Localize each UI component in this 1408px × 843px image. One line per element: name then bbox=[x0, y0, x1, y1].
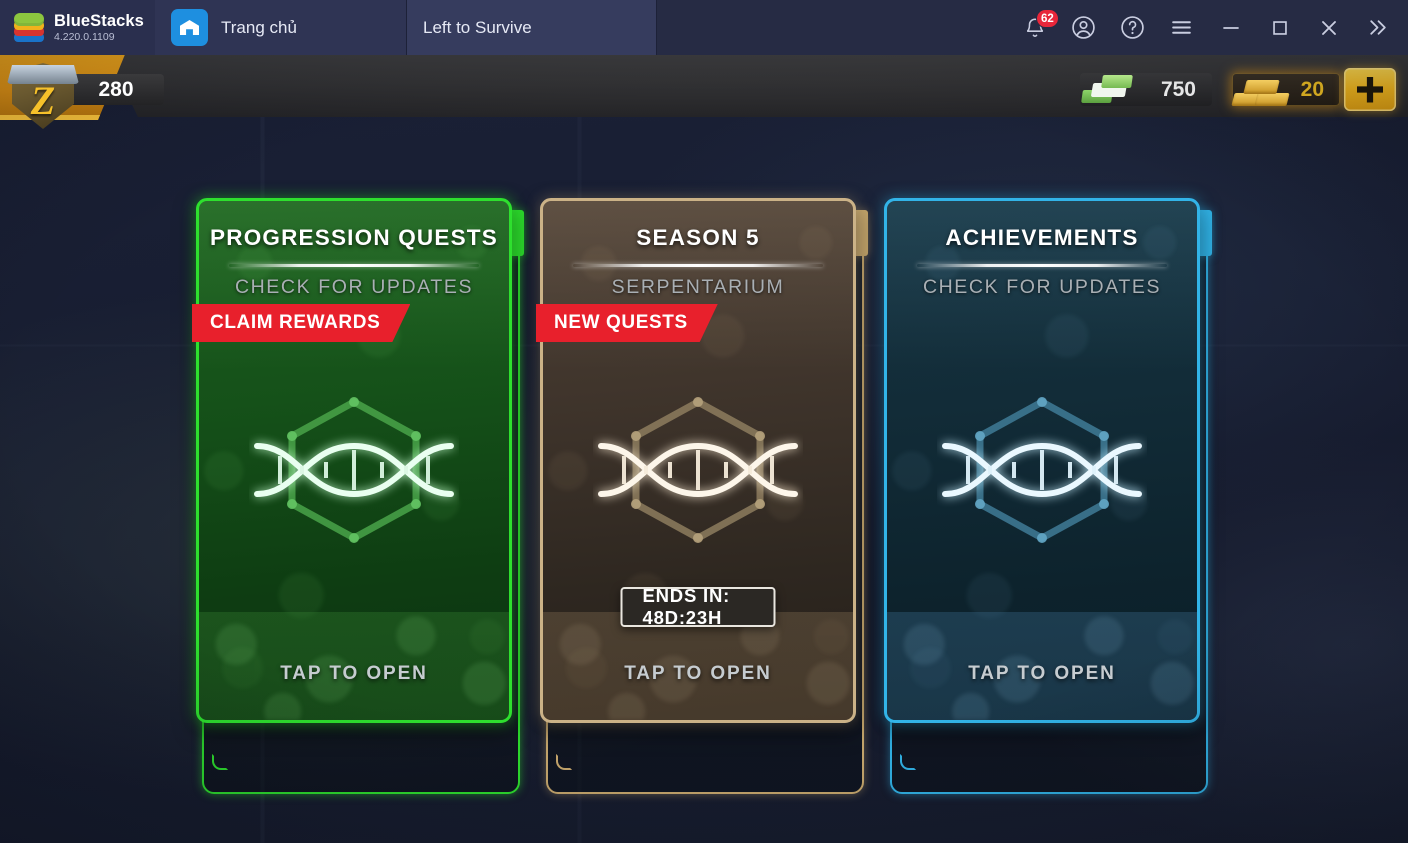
tab-home[interactable]: Trang chủ bbox=[155, 0, 407, 55]
tab-game-label: Left to Survive bbox=[423, 17, 532, 37]
title-separator bbox=[917, 264, 1167, 267]
card-progression-quests[interactable]: PROGRESSION QUESTS CHECK FOR UPDATES TAP… bbox=[196, 198, 524, 794]
title-separator bbox=[573, 264, 823, 267]
card-subtitle: CHECK FOR UPDATES bbox=[922, 276, 1162, 298]
card-body[interactable]: SEASON 5 SERPENTARIUM ENDS IN: 48D:23H T… bbox=[540, 198, 856, 723]
card-title: SEASON 5 bbox=[636, 225, 760, 250]
bluestacks-logo-icon bbox=[13, 12, 45, 43]
titlebar: BlueStacks 4.220.0.1109 Trang chủ Left t… bbox=[0, 0, 1408, 843]
card-footer-label: TAP TO OPEN bbox=[280, 663, 428, 684]
titlebar-spacer bbox=[657, 0, 1010, 55]
titlebar-actions: 62 bbox=[1010, 0, 1408, 55]
card-body[interactable]: PROGRESSION QUESTS CHECK FOR UPDATES TAP… bbox=[196, 198, 512, 723]
home-icon bbox=[171, 9, 208, 46]
card-subtitle: CHECK FOR UPDATES bbox=[234, 276, 474, 298]
card-footer-label: TAP TO OPEN bbox=[624, 663, 772, 684]
card-timer: ENDS IN: 48D:23H bbox=[620, 585, 776, 628]
dna-helix-icon bbox=[598, 397, 798, 543]
notifications-button[interactable]: 62 bbox=[1010, 0, 1059, 55]
title-separator bbox=[229, 264, 479, 267]
card-season-5[interactable]: SEASON 5 SERPENTARIUM ENDS IN: 48D:23H T… bbox=[540, 198, 868, 794]
minimize-button[interactable] bbox=[1206, 0, 1255, 55]
player-level-value: 280 bbox=[68, 74, 164, 105]
card-title: ACHIEVEMENTS bbox=[945, 225, 1139, 250]
quest-cards-container: PROGRESSION QUESTS CHECK FOR UPDATES TAP… bbox=[0, 55, 1408, 843]
card-achievements[interactable]: ACHIEVEMENTS CHECK FOR UPDATES TAP TO OP… bbox=[884, 198, 1212, 794]
notification-badge: 62 bbox=[1036, 9, 1059, 28]
bluestacks-brand: BlueStacks 4.220.0.1109 bbox=[0, 0, 155, 55]
cash-stack-icon bbox=[1080, 68, 1142, 112]
card-subtitle: SERPENTARIUM bbox=[611, 276, 785, 298]
close-button[interactable] bbox=[1304, 0, 1353, 55]
expand-button[interactable] bbox=[1353, 0, 1402, 55]
menu-button[interactable] bbox=[1157, 0, 1206, 55]
card-footer-label: TAP TO OPEN bbox=[968, 663, 1116, 684]
tab-left-to-survive[interactable]: Left to Survive bbox=[407, 0, 1408, 843]
card-ribbon[interactable]: CLAIM REWARDS bbox=[192, 304, 410, 342]
card-ribbon[interactable]: NEW QUESTS bbox=[536, 304, 718, 342]
tab-home-label: Trang chủ bbox=[221, 17, 297, 37]
game-viewport: Z 280 750 20 PROGRESSION QUESTS CHECK FO… bbox=[0, 55, 1408, 843]
brand-name: BlueStacks bbox=[54, 11, 144, 30]
card-title: PROGRESSION QUESTS bbox=[210, 225, 498, 250]
account-button[interactable] bbox=[1059, 0, 1108, 55]
bluestacks-window: BlueStacks 4.220.0.1109 Trang chủ Left t… bbox=[0, 0, 1408, 843]
dna-helix-icon bbox=[942, 397, 1142, 543]
app-version: 4.220.0.1109 bbox=[54, 31, 115, 43]
z-shield-icon: Z bbox=[7, 63, 79, 129]
gold-bars-icon bbox=[1231, 68, 1294, 112]
maximize-button[interactable] bbox=[1255, 0, 1304, 55]
card-body[interactable]: ACHIEVEMENTS CHECK FOR UPDATES TAP TO OP… bbox=[884, 198, 1200, 723]
dna-helix-icon bbox=[254, 397, 454, 543]
help-button[interactable] bbox=[1108, 0, 1157, 55]
